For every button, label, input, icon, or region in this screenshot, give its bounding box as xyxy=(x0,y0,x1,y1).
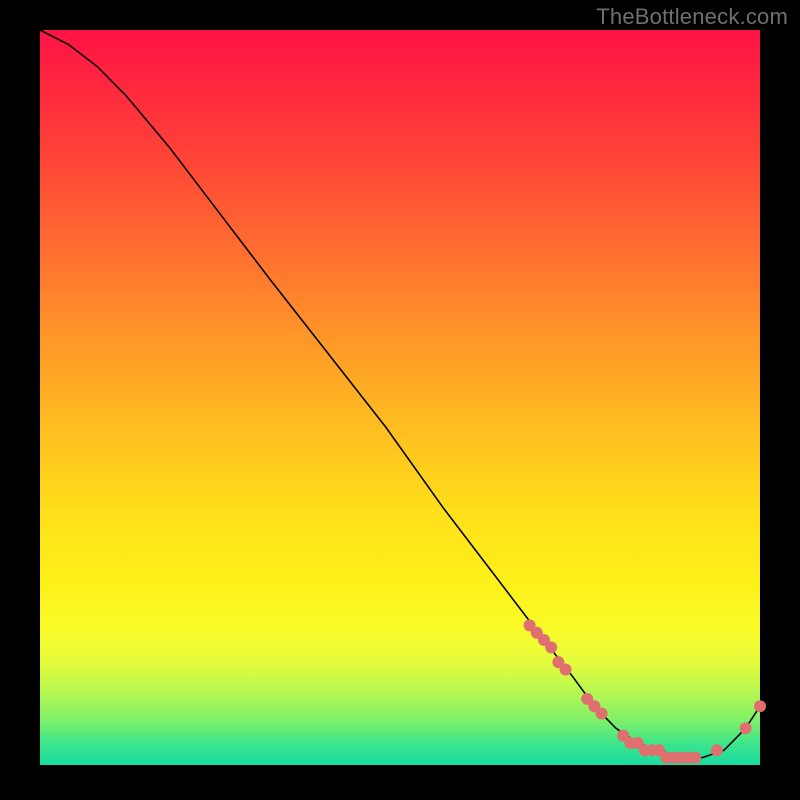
hw-point-4 xyxy=(545,641,557,653)
hw-point-23 xyxy=(754,700,766,712)
hw-point-9 xyxy=(596,708,608,720)
bottleneck-curve xyxy=(40,30,760,758)
hw-point-21 xyxy=(711,744,723,756)
hw-point-22 xyxy=(740,722,752,734)
chart-svg xyxy=(40,30,760,765)
plot-area xyxy=(40,30,760,765)
points-group xyxy=(524,619,766,763)
chart-frame: TheBottleneck.com xyxy=(0,0,800,800)
hw-point-6 xyxy=(560,664,572,676)
watermark: TheBottleneck.com xyxy=(596,4,788,30)
hw-point-20 xyxy=(689,752,701,764)
